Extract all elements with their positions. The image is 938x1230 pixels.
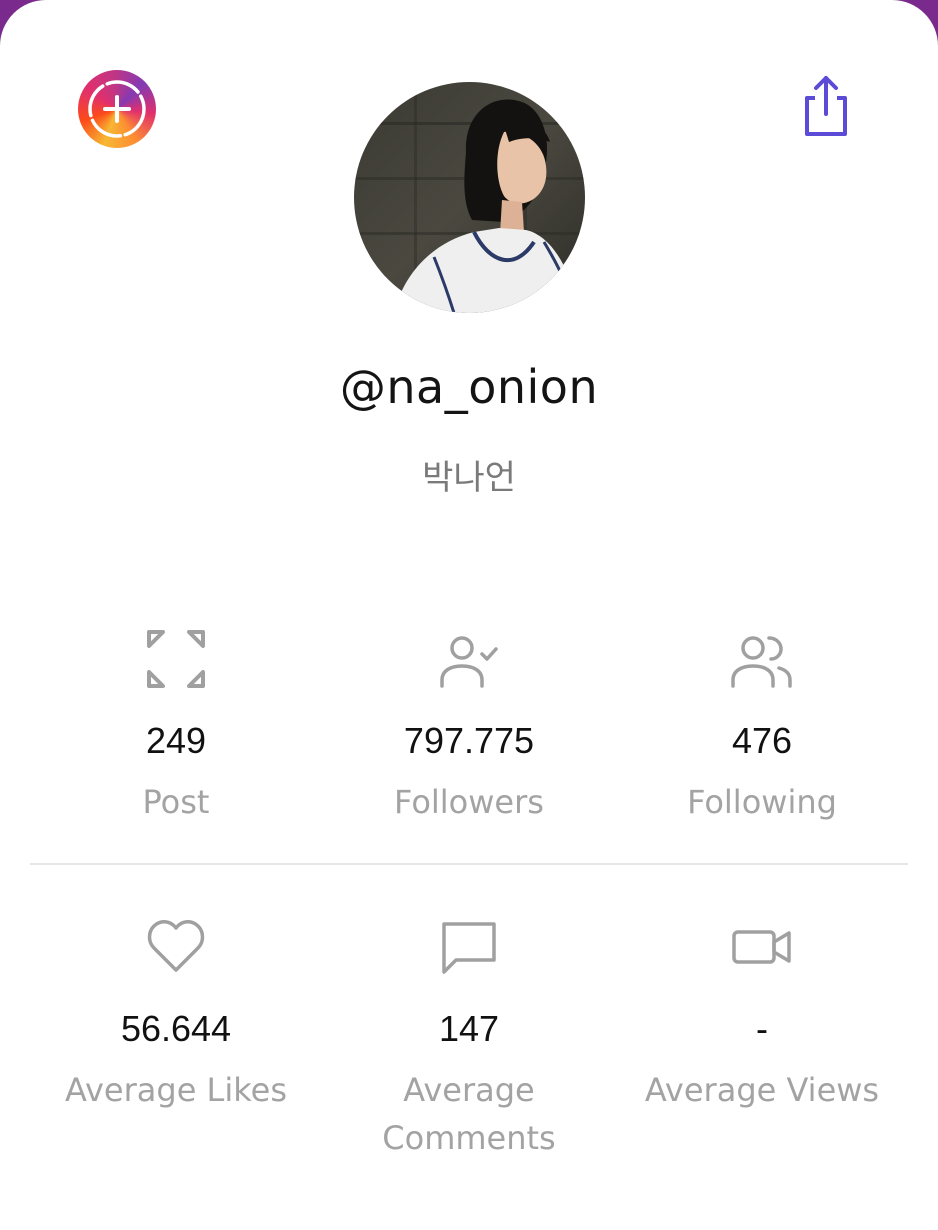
video-icon <box>732 930 791 964</box>
heart-icon <box>147 920 205 972</box>
comment-icon <box>442 922 496 974</box>
divider <box>30 863 908 865</box>
username: @na_onion <box>339 360 599 414</box>
add-story-icon <box>88 80 146 138</box>
add-story-button[interactable] <box>78 70 156 148</box>
avatar-photo <box>354 82 585 313</box>
stat-value: 249 <box>145 720 207 761</box>
stat-label-line2: Comments <box>382 1119 556 1157</box>
profile-card: @na_onion 박나언 249 Post 797.775 Followers… <box>0 0 938 1230</box>
stat-average-comments[interactable]: 147 Average Comments <box>319 916 619 1157</box>
users-icon <box>731 636 792 688</box>
stat-average-likes[interactable]: 56.644 Average Likes <box>26 916 326 1156</box>
stat-label: Post <box>142 783 210 821</box>
stat-following[interactable]: 476 Following <box>612 628 912 828</box>
share-button[interactable] <box>795 72 855 138</box>
stat-value: - <box>756 1008 768 1049</box>
stat-value: 147 <box>438 1008 500 1049</box>
stat-post[interactable]: 249 Post <box>26 628 326 828</box>
user-check-icon <box>440 636 498 688</box>
stat-label: Average Views <box>644 1071 880 1109</box>
stat-label: Average Likes <box>64 1071 288 1109</box>
avatar[interactable] <box>354 82 585 313</box>
display-name: 박나언 <box>422 458 516 498</box>
share-icon <box>805 76 847 136</box>
stat-value: 797.775 <box>403 720 535 761</box>
stat-label: Following <box>687 783 837 821</box>
stat-followers[interactable]: 797.775 Followers <box>319 628 619 828</box>
stat-average-views[interactable]: - Average Views <box>612 916 912 1156</box>
stat-label: Average <box>403 1071 535 1109</box>
stat-value: 476 <box>731 720 793 761</box>
stat-value: 56.644 <box>120 1008 232 1049</box>
stat-label: Followers <box>394 783 544 821</box>
expand-icon <box>147 630 205 688</box>
